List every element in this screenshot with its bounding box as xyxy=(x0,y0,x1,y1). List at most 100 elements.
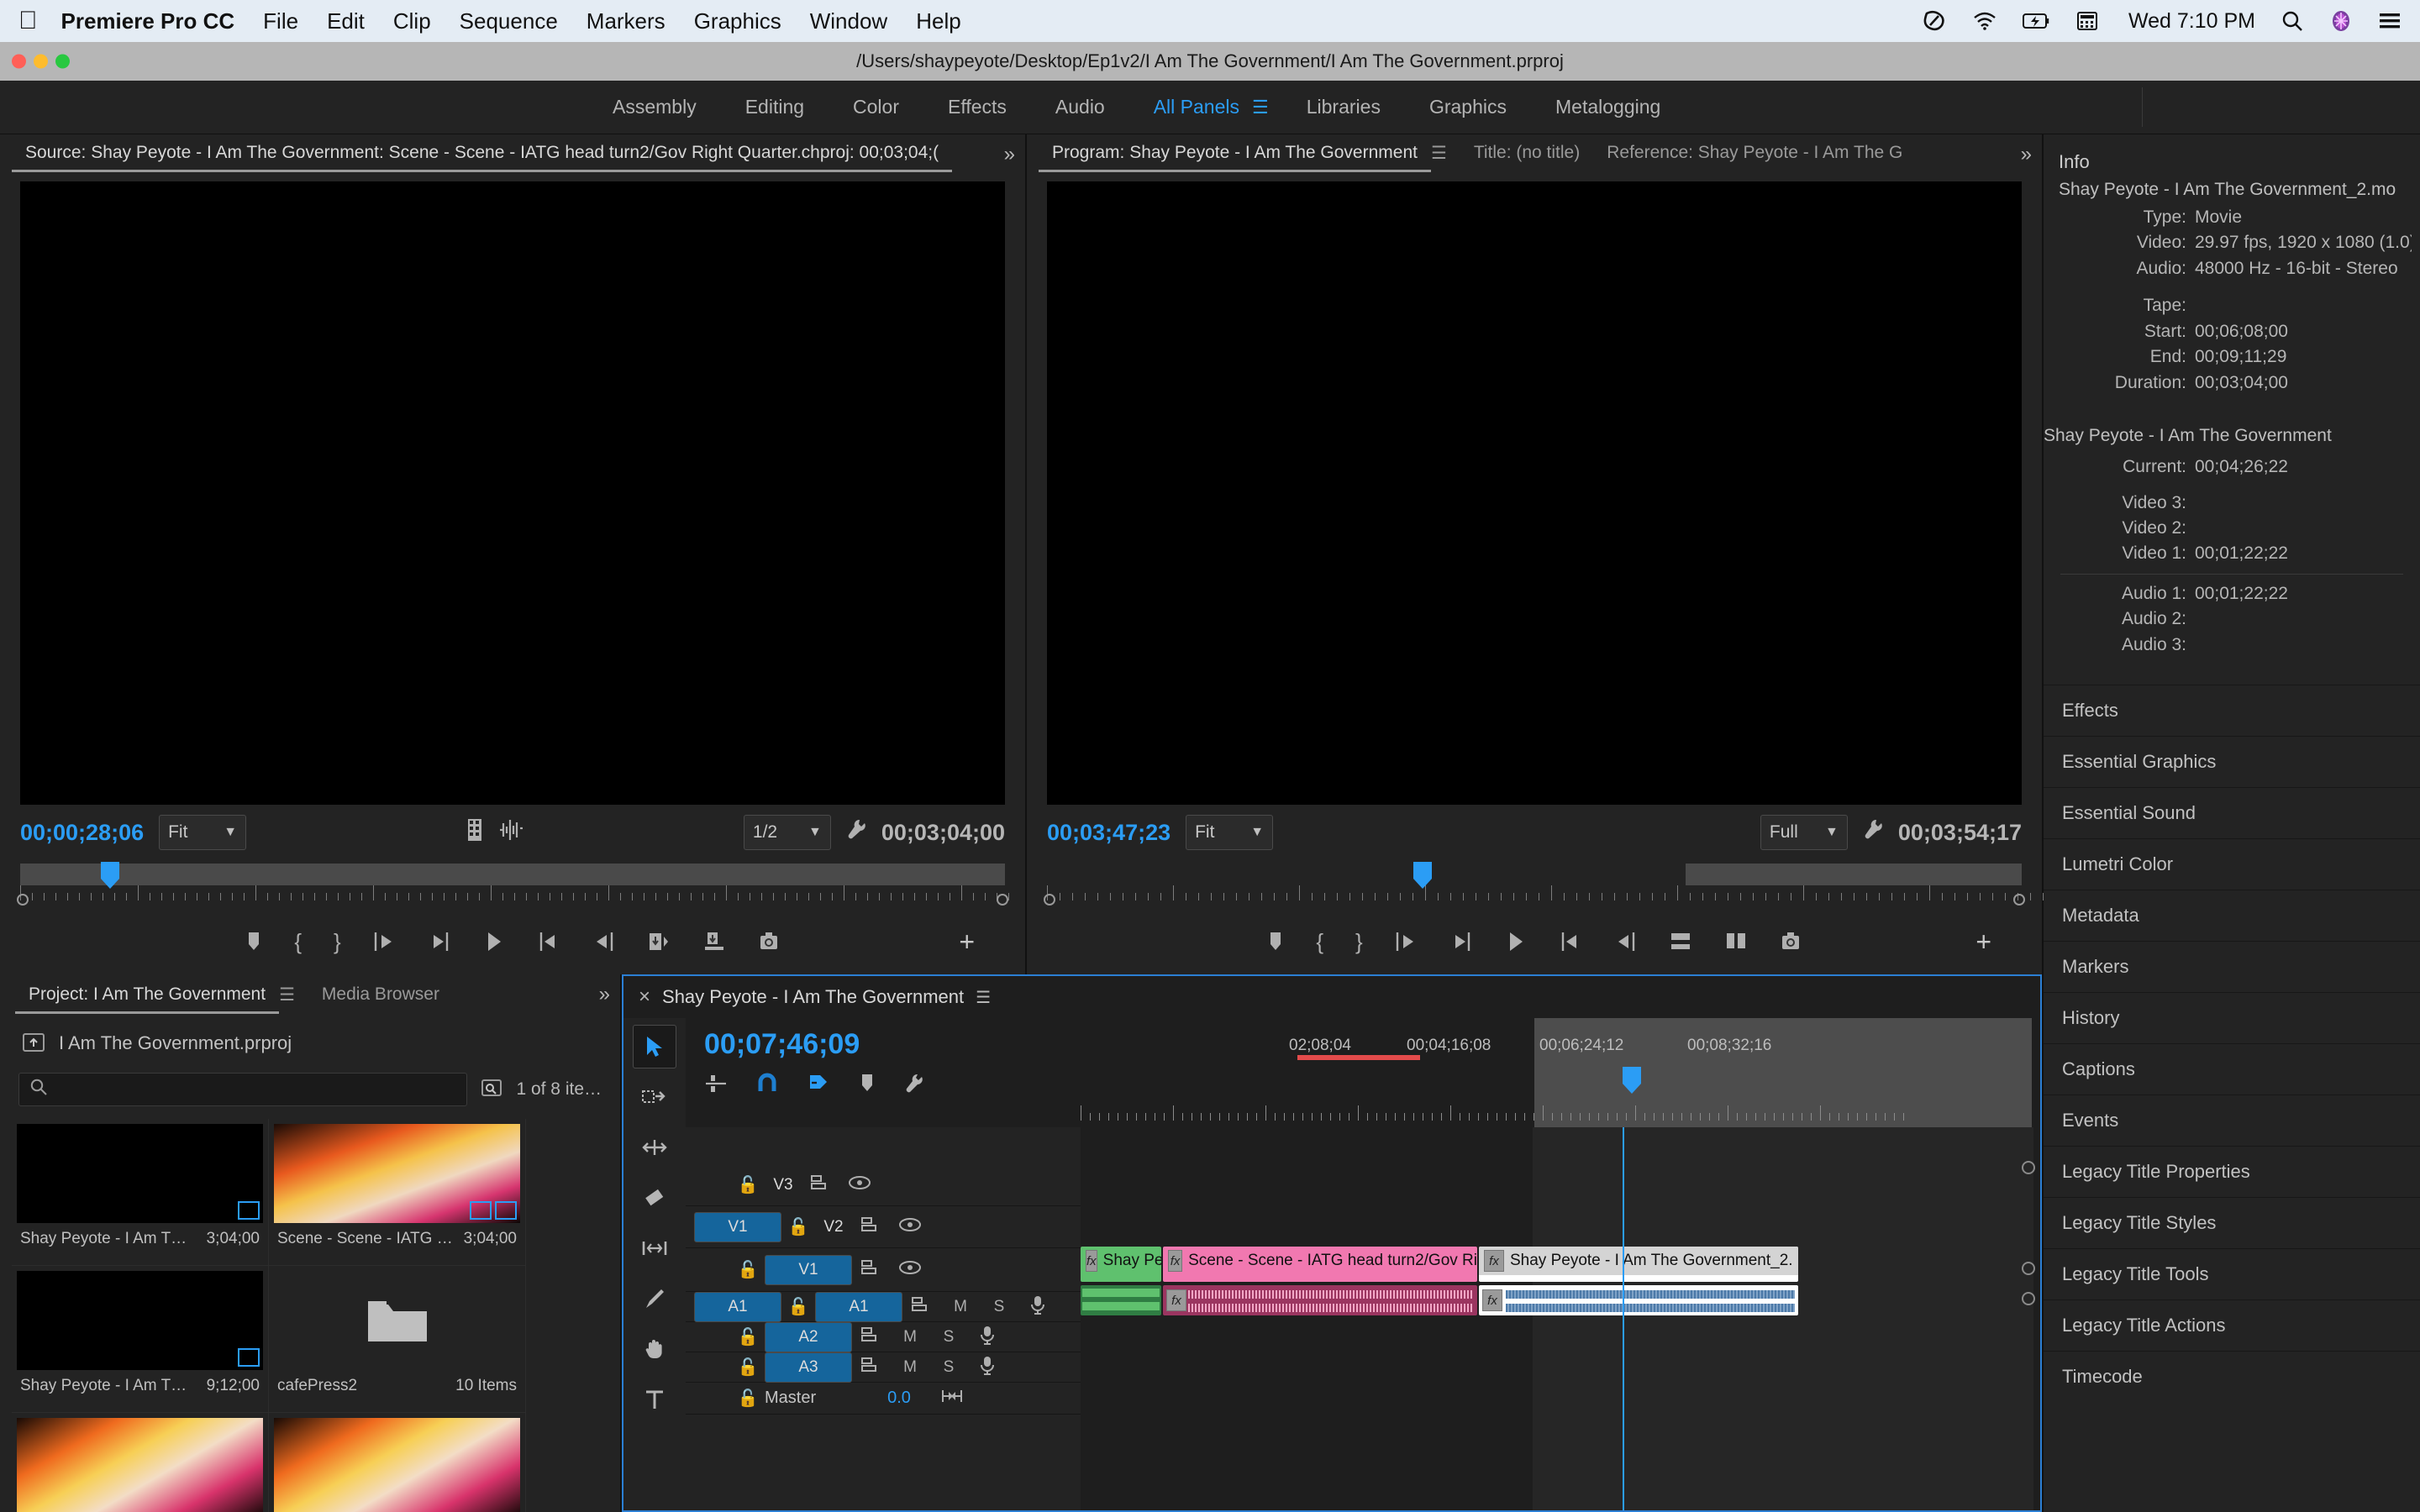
workspace-tab-libraries[interactable]: Libraries xyxy=(1282,96,1405,118)
hand-tool-icon[interactable] xyxy=(633,1327,676,1371)
wifi-icon[interactable] xyxy=(1972,11,1997,31)
solo-track-button[interactable]: S xyxy=(929,1358,968,1377)
sync-lock-icon[interactable] xyxy=(902,1296,941,1317)
menu-window[interactable]: Window xyxy=(810,8,887,34)
window-controls[interactable] xyxy=(12,54,70,69)
media-browser-tab[interactable]: Media Browser xyxy=(308,984,453,1014)
step-back-icon[interactable] xyxy=(1450,931,1474,953)
pen-tool-icon[interactable] xyxy=(633,1277,676,1320)
sync-lock-icon[interactable] xyxy=(852,1357,891,1378)
source-zoom-select[interactable]: Fit ▼ xyxy=(159,815,247,850)
target-track-v1[interactable] xyxy=(694,1255,731,1285)
track-name-a2[interactable]: A2 xyxy=(765,1321,852,1352)
workspace-tab-effects[interactable]: Effects xyxy=(923,96,1031,118)
timeline-playhead-marker[interactable] xyxy=(1623,1067,1641,1094)
menu-edit[interactable]: Edit xyxy=(327,8,365,34)
lock-icon[interactable]: 🔓 xyxy=(731,1357,765,1378)
nest-icon[interactable] xyxy=(704,1073,728,1100)
type-tool-icon[interactable] xyxy=(633,1378,676,1421)
close-icon[interactable]: × xyxy=(639,985,650,1009)
panel-tab-captions[interactable]: Captions xyxy=(2044,1043,2420,1095)
scroll-knob-top[interactable] xyxy=(2022,1161,2035,1174)
timeline-menu-icon[interactable]: ☰ xyxy=(976,987,991,1008)
eye-icon[interactable] xyxy=(891,1216,929,1238)
control-center-icon[interactable] xyxy=(2378,12,2402,30)
program-scrub-workarea[interactable] xyxy=(1686,864,2022,885)
menu-graphics[interactable]: Graphics xyxy=(694,8,781,34)
master-level[interactable]: 0.0 xyxy=(865,1389,933,1408)
mute-track-button[interactable]: M xyxy=(941,1298,980,1316)
timeline-ruler[interactable]: 02;08;04 00;04;16;08 00;06;24;12 00;08;3… xyxy=(1081,1018,2040,1127)
program-zoom-select[interactable]: Fit ▼ xyxy=(1186,815,1274,850)
panel-tab-essential-graphics[interactable]: Essential Graphics xyxy=(2044,736,2420,787)
track-header-a1[interactable]: A1 🔓 A1 M S xyxy=(686,1291,1081,1322)
source-playhead[interactable] xyxy=(101,862,119,889)
step-forward-icon[interactable] xyxy=(536,931,560,953)
table-row[interactable]: fx Scene - Scene - IATG head turn2/Gov R… xyxy=(1163,1247,1477,1282)
source-resolution-select[interactable]: 1/2 ▼ xyxy=(743,815,831,850)
maximize-window-button[interactable] xyxy=(55,54,70,69)
find-icon[interactable] xyxy=(479,1076,504,1104)
lock-icon[interactable]: 🔓 xyxy=(781,1296,815,1317)
mic-icon[interactable] xyxy=(1018,1294,1057,1320)
target-track-a1[interactable]: A1 xyxy=(694,1291,781,1322)
table-row[interactable]: fx xyxy=(1479,1285,1798,1315)
title-monitor-tab[interactable]: Title: (no title) xyxy=(1460,143,1593,172)
mic-icon[interactable] xyxy=(968,1325,1007,1350)
list-item[interactable]: cafePress2 10 Items xyxy=(269,1266,526,1413)
program-playhead[interactable] xyxy=(1413,862,1432,889)
track-name-v1[interactable]: V1 xyxy=(765,1254,852,1285)
panel-tab-legacy-title-styles[interactable]: Legacy Title Styles xyxy=(2044,1197,2420,1248)
linked-selection-icon[interactable] xyxy=(807,1073,830,1100)
film-strip-icon[interactable] xyxy=(466,818,483,847)
source-scrub-track[interactable] xyxy=(20,864,1005,885)
solo-track-button[interactable]: S xyxy=(980,1298,1018,1316)
track-name-v3[interactable]: V3 xyxy=(765,1170,802,1200)
program-overflow-chevron-icon[interactable]: » xyxy=(2021,143,2032,166)
overwrite-icon[interactable] xyxy=(702,930,726,953)
meter-icon[interactable] xyxy=(933,1389,971,1409)
timeline-sequence-tab[interactable]: Shay Peyote - I Am The Government xyxy=(662,986,964,1008)
play-icon[interactable] xyxy=(484,930,504,953)
panel-tab-events[interactable]: Events xyxy=(2044,1095,2420,1146)
project-bin-view[interactable]: Shay Peyote - I Am T… 3;04;00 Scene - Sc… xyxy=(0,1114,620,1512)
extract-icon[interactable] xyxy=(1724,930,1748,953)
workspace-tab-assembly[interactable]: Assembly xyxy=(588,96,721,118)
track-name-a3[interactable]: A3 xyxy=(765,1352,852,1383)
table-row[interactable] xyxy=(1081,1285,1161,1315)
button-editor-icon[interactable]: + xyxy=(1975,927,1991,958)
panel-tab-essential-sound[interactable]: Essential Sound xyxy=(2044,787,2420,838)
audio-waveform-icon[interactable] xyxy=(498,818,523,847)
ripple-edit-tool-icon[interactable] xyxy=(633,1126,676,1169)
step-forward-icon[interactable] xyxy=(1558,931,1581,953)
lock-icon[interactable]: 🔓 xyxy=(731,1326,765,1347)
table-row[interactable]: fx Shay Peyo xyxy=(1081,1247,1161,1282)
mute-track-button[interactable]: M xyxy=(891,1328,929,1347)
minimize-window-button[interactable] xyxy=(34,54,48,69)
go-to-out-icon[interactable] xyxy=(592,931,615,953)
source-monitor-tab[interactable]: Source: Shay Peyote - I Am The Governmen… xyxy=(12,143,953,172)
export-frame-icon[interactable] xyxy=(758,931,780,953)
list-item[interactable] xyxy=(12,1413,269,1512)
panel-tab-timecode[interactable]: Timecode xyxy=(2044,1351,2420,1402)
program-duration-timecode[interactable]: 00;03;54;17 xyxy=(1898,820,2022,846)
track-header-v3[interactable]: 🔓 V3 xyxy=(686,1164,1081,1206)
eye-icon[interactable] xyxy=(891,1259,929,1281)
track-header-master[interactable]: 🔓 Master 0.0 xyxy=(686,1383,1081,1415)
target-track-a2[interactable] xyxy=(694,1322,731,1352)
navigate-up-icon[interactable] xyxy=(22,1031,45,1057)
settings-wrench-icon[interactable] xyxy=(1863,818,1883,847)
insert-icon[interactable] xyxy=(647,930,671,953)
panel-tab-metadata[interactable]: Metadata xyxy=(2044,890,2420,941)
button-editor-icon[interactable]: + xyxy=(959,927,975,958)
panel-tab-markers[interactable]: Markers xyxy=(2044,941,2420,992)
source-playhead-timecode[interactable]: 00;00;28;06 xyxy=(20,820,144,846)
target-track-v2[interactable]: V1 xyxy=(694,1211,781,1242)
program-playhead-timecode[interactable]: 00;03;47;23 xyxy=(1047,820,1171,846)
track-name-v2[interactable]: V2 xyxy=(815,1212,852,1242)
panel-tab-effects[interactable]: Effects xyxy=(2044,685,2420,736)
program-monitor-tab[interactable]: Program: Shay Peyote - I Am The Governme… xyxy=(1039,143,1431,172)
mark-in-icon[interactable]: { xyxy=(1316,929,1323,955)
panel-tab-legacy-title-tools[interactable]: Legacy Title Tools xyxy=(2044,1248,2420,1299)
panel-tab-history[interactable]: History xyxy=(2044,992,2420,1043)
